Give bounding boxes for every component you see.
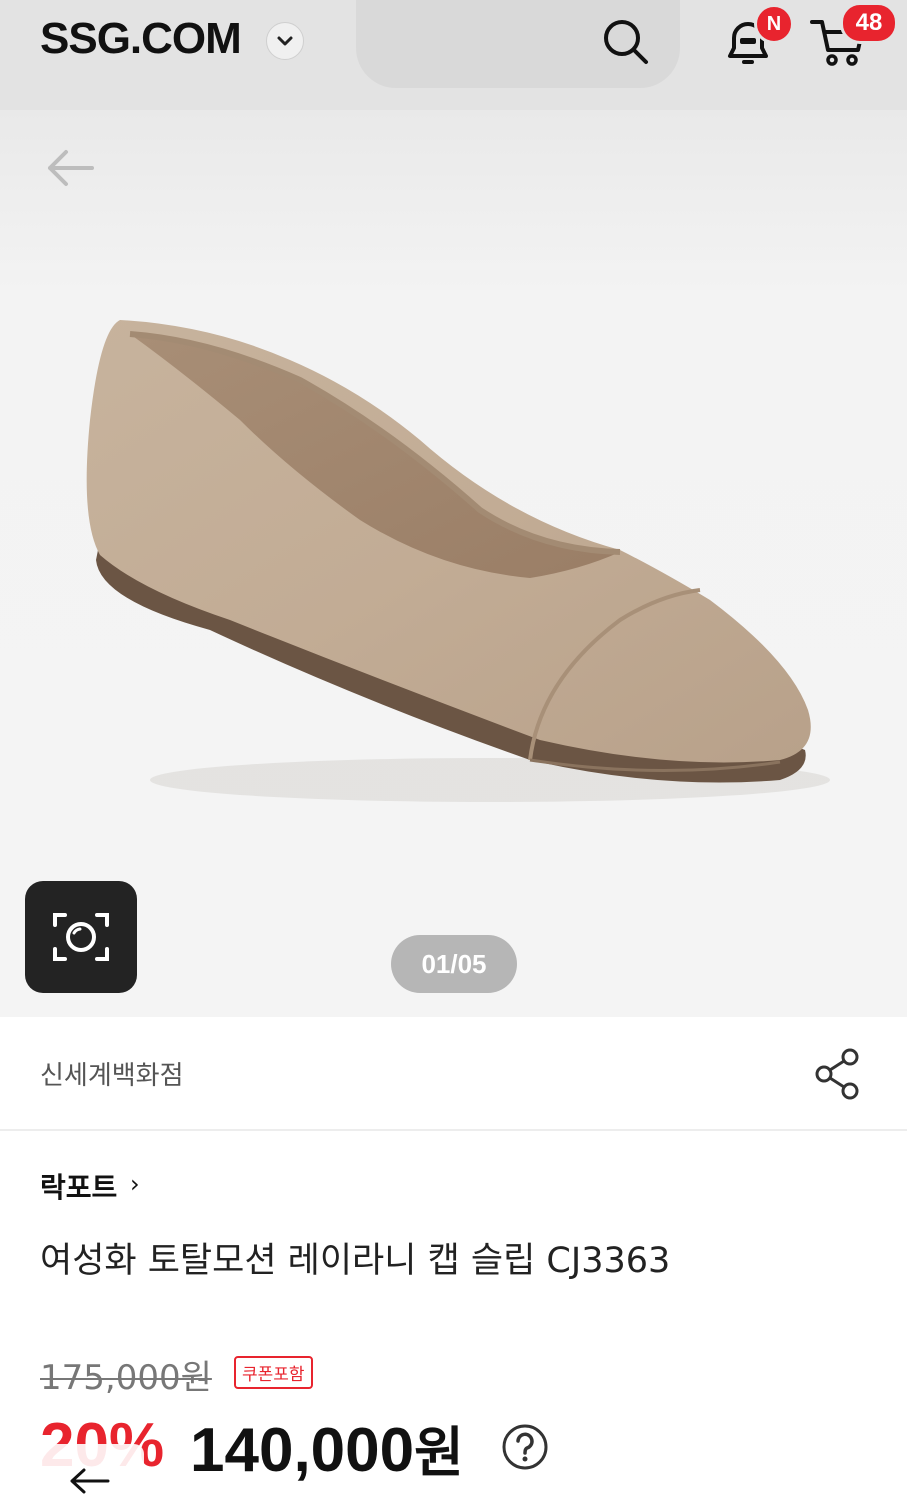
sale-price: 140,000원 xyxy=(190,1408,464,1487)
image-page-counter: 01/05 xyxy=(391,935,517,993)
back-arrow-icon[interactable] xyxy=(42,140,98,196)
product-image-gallery[interactable]: 01/05 xyxy=(0,110,907,1017)
seller-name[interactable]: 신세계백화점 xyxy=(40,1055,184,1092)
notification-badge: N xyxy=(754,4,794,44)
sale-price-unit: 원 xyxy=(414,1421,464,1484)
camera-scan-icon xyxy=(53,913,109,961)
product-image xyxy=(86,320,830,802)
top-header: SSG.COM N 48 xyxy=(0,0,907,110)
share-icon[interactable] xyxy=(812,1047,864,1101)
search-icon[interactable] xyxy=(598,14,654,70)
chevron-right-icon[interactable]: › xyxy=(130,1170,140,1198)
product-title: 여성화 토탈모션 레이라니 캡 슬립 CJ3363 xyxy=(40,1241,671,1281)
camera-scan-button[interactable] xyxy=(25,881,137,993)
coupon-badge: 쿠폰포함 xyxy=(234,1356,313,1389)
sale-price-amount: 140,000 xyxy=(190,1416,415,1485)
help-icon[interactable] xyxy=(500,1422,550,1472)
chevron-down-icon[interactable] xyxy=(266,22,304,60)
brand-link[interactable]: 락포트 xyxy=(40,1166,117,1206)
seller-row: 신세계백화점 xyxy=(0,1017,907,1131)
original-price: 175,000원 xyxy=(40,1358,212,1398)
back-arrow-icon xyxy=(70,1468,110,1494)
ssg-logo[interactable]: SSG.COM xyxy=(40,14,242,64)
floating-back-button[interactable] xyxy=(40,1444,144,1500)
cart-count-badge: 48 xyxy=(840,2,898,44)
